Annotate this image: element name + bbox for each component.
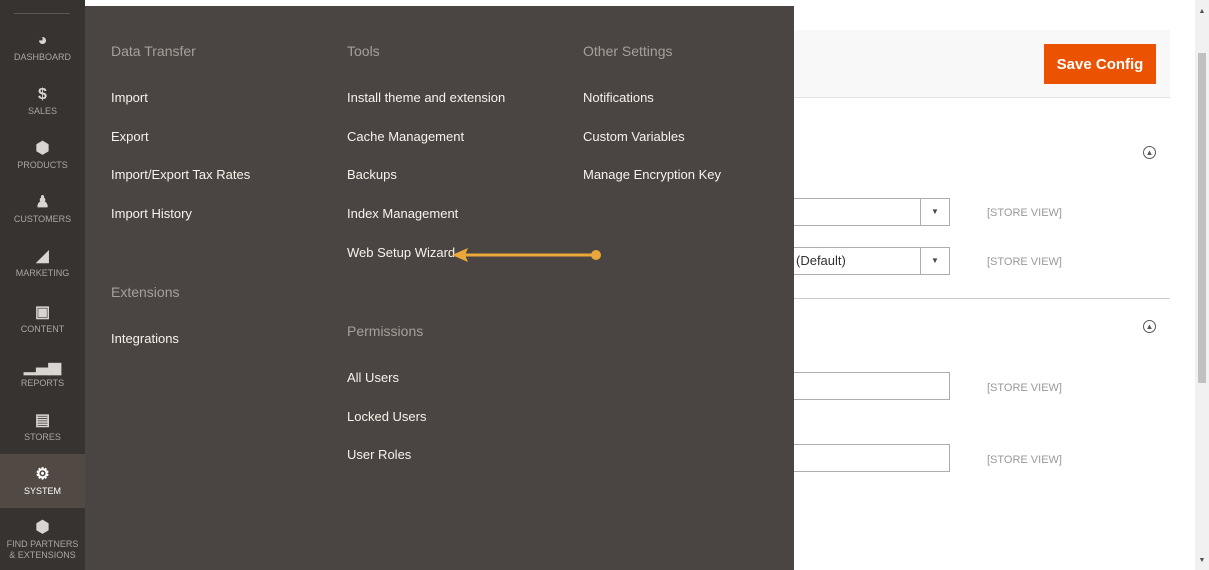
select-value: (Default) [796, 253, 846, 268]
chevron-down-icon: ▼ [920, 199, 949, 225]
menu-item-export[interactable]: Export [111, 129, 149, 144]
menu-item-import-export-tax-rates[interactable]: Import/Export Tax Rates [111, 167, 250, 182]
scrollbar-thumb[interactable] [1198, 53, 1206, 383]
nav-item-products[interactable]: ⬢ PRODUCTS [0, 128, 85, 182]
scroll-up-icon[interactable]: ▲ [1195, 8, 1209, 15]
admin-sidebar: ◕ DASHBOARD $ SALES ⬢ PRODUCTS ♟ CUSTOME… [0, 0, 85, 570]
logo-divider [14, 13, 70, 14]
layout-icon: ▣ [34, 303, 51, 321]
nav-item-find-partners[interactable]: ⬢ FIND PARTNERS & EXTENSIONS [0, 512, 85, 568]
section-title-permissions: Permissions [347, 323, 424, 339]
cubes-icon: ⬢ [35, 519, 50, 536]
save-config-button[interactable]: Save Config [1044, 44, 1156, 84]
nav-item-system[interactable]: ⚙ SYSTEM [0, 454, 85, 508]
annotation-arrow [452, 248, 601, 262]
menu-item-custom-variables[interactable]: Custom Variables [583, 129, 685, 144]
box-icon: ⬢ [35, 139, 50, 157]
section-title-other-settings: Other Settings [583, 43, 673, 59]
collapse-section-icon[interactable]: ▲ [1143, 146, 1156, 159]
collapse-section-icon[interactable]: ▲ [1143, 320, 1156, 333]
gear-icon: ⚙ [35, 465, 50, 483]
section-title-tools: Tools [347, 43, 380, 59]
menu-item-user-roles[interactable]: User Roles [347, 447, 411, 462]
nav-item-label: CUSTOMERS [13, 213, 72, 224]
nav-item-stores[interactable]: ▤ STORES [0, 400, 85, 454]
nav-item-label: DASHBOARD [13, 51, 71, 62]
menu-item-locked-users[interactable]: Locked Users [347, 409, 426, 424]
nav-item-label: CONTENT [20, 323, 65, 334]
select-field-2[interactable]: (Default) ▼ [794, 247, 950, 275]
menu-item-integrations[interactable]: Integrations [111, 331, 179, 346]
section-title-data-transfer: Data Transfer [111, 43, 196, 59]
nav-item-marketing[interactable]: ◢ MARKETING [0, 236, 85, 290]
nav-item-label: SALES [27, 105, 58, 116]
nav-item-content[interactable]: ▣ CONTENT [0, 292, 85, 346]
scope-label: [STORE VIEW] [987, 207, 1062, 219]
menu-item-import-history[interactable]: Import History [111, 206, 192, 221]
menu-item-all-users[interactable]: All Users [347, 370, 399, 385]
menu-item-import[interactable]: Import [111, 90, 148, 105]
menu-item-backups[interactable]: Backups [347, 167, 397, 182]
storefront-icon: ▤ [34, 411, 51, 429]
system-submenu: Data Transfer Import Export Import/Expor… [85, 6, 794, 570]
nav-item-label: PRODUCTS [17, 159, 68, 170]
megaphone-icon: ◢ [36, 247, 49, 265]
section-title-extensions: Extensions [111, 284, 180, 300]
menu-item-index-management[interactable]: Index Management [347, 206, 458, 221]
text-field-2[interactable] [794, 444, 950, 472]
nav-item-label: REPORTS [20, 377, 65, 388]
menu-item-cache-management[interactable]: Cache Management [347, 129, 464, 144]
menu-item-install-theme[interactable]: Install theme and extension [347, 90, 505, 105]
nav-item-sales[interactable]: $ SALES [0, 74, 85, 128]
nav-item-label: SYSTEM [23, 485, 61, 496]
person-icon: ♟ [35, 193, 50, 211]
scope-label: [STORE VIEW] [987, 454, 1062, 466]
text-field-1[interactable] [794, 372, 950, 400]
scope-label: [STORE VIEW] [987, 256, 1062, 268]
nav-item-label: MARKETING [15, 267, 70, 278]
nav-item-customers[interactable]: ♟ CUSTOMERS [0, 182, 85, 236]
dollar-icon: $ [38, 85, 47, 103]
nav-item-reports[interactable]: ▁▃▅ REPORTS [0, 346, 85, 400]
dashboard-icon: ◕ [37, 31, 48, 49]
scroll-down-icon[interactable]: ▼ [1195, 557, 1209, 564]
scope-label: [STORE VIEW] [987, 382, 1062, 394]
section-divider [794, 298, 1170, 299]
menu-item-manage-encryption-key[interactable]: Manage Encryption Key [583, 167, 721, 182]
select-field-1[interactable]: ▼ [794, 198, 950, 226]
nav-item-label: FIND PARTNERS & EXTENSIONS [6, 539, 79, 560]
bar-chart-icon: ▁▃▅ [24, 357, 61, 375]
chevron-down-icon: ▼ [920, 248, 949, 274]
menu-item-notifications[interactable]: Notifications [583, 90, 654, 105]
nav-item-dashboard[interactable]: ◕ DASHBOARD [0, 20, 85, 74]
menu-item-web-setup-wizard[interactable]: Web Setup Wizard [347, 245, 455, 260]
nav-item-label: STORES [24, 431, 61, 442]
